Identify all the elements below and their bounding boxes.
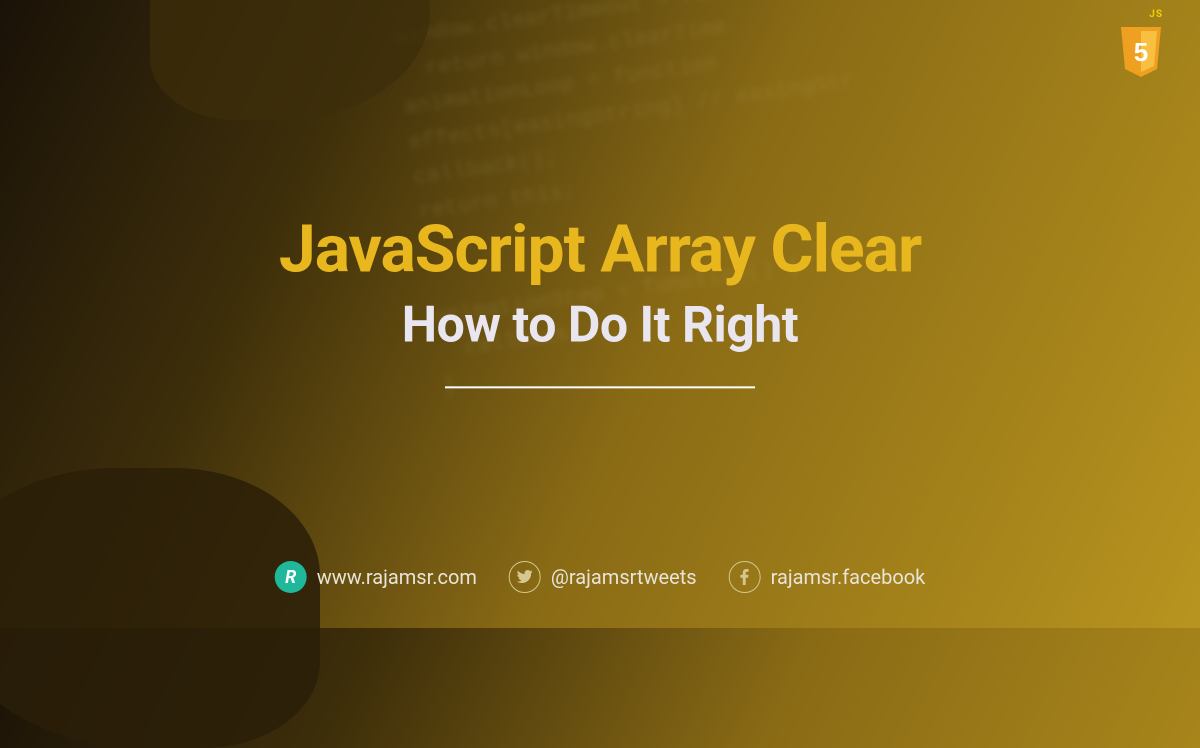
twitter-handle: @rajamsrtweets <box>551 565 697 589</box>
facebook-icon <box>729 561 761 593</box>
website-text: www.rajamsr.com <box>317 565 477 589</box>
page-subtitle: How to Do It Right <box>0 296 1200 354</box>
decorative-blob-top <box>150 0 430 120</box>
page-title: JavaScript Array Clear <box>0 211 1200 288</box>
brand-logo-icon: R <box>275 561 307 593</box>
title-underline <box>445 386 755 388</box>
javascript-badge: JS 5 <box>1117 25 1165 79</box>
social-footer: R www.rajamsr.com @rajamsrtweets rajamsr… <box>275 561 926 593</box>
decorative-blob-bottom <box>0 468 320 748</box>
shield-icon: 5 <box>1117 25 1165 79</box>
svg-text:5: 5 <box>1134 37 1148 67</box>
twitter-link: @rajamsrtweets <box>509 561 697 593</box>
facebook-handle: rajamsr.facebook <box>771 565 926 589</box>
js-label: JS <box>1149 9 1163 20</box>
twitter-icon <box>509 561 541 593</box>
facebook-link: rajamsr.facebook <box>729 561 926 593</box>
hero-content: JavaScript Array Clear How to Do It Righ… <box>0 211 1200 388</box>
website-link: R www.rajamsr.com <box>275 561 477 593</box>
